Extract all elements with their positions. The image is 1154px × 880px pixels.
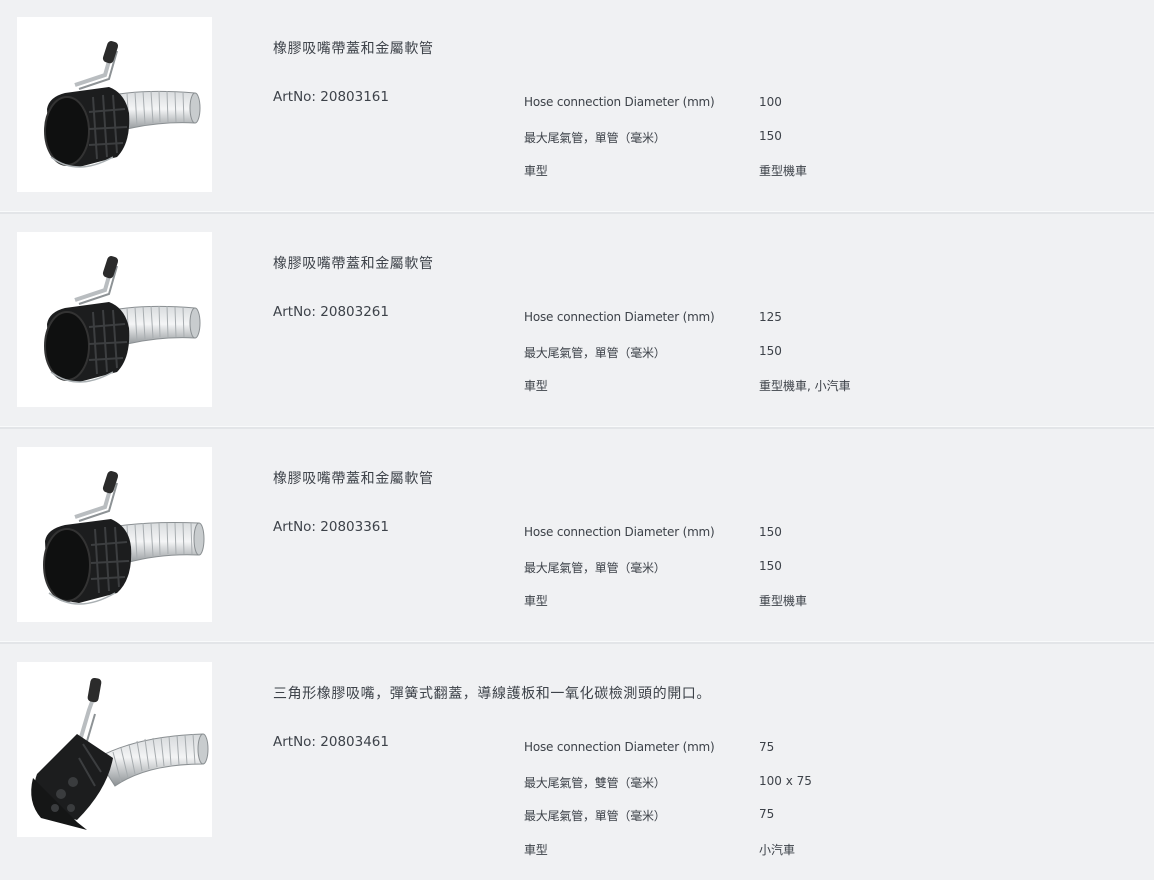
spec-label: 車型 — [524, 164, 548, 178]
product-image[interactable] — [17, 447, 212, 622]
rubber-nozzle-with-lid-and-metal-hose-icon — [43, 471, 205, 605]
product-artno: ArtNo: 20803161 — [273, 89, 389, 105]
product-image[interactable] — [17, 662, 212, 837]
spec-row: Hose connection Diameter (mm) 125 — [524, 310, 924, 344]
product-row: 橡膠吸嘴帶蓋和金屬軟管 ArtNo: 20803361 Hose connect… — [0, 430, 1154, 644]
spec-value: 150 — [759, 343, 782, 358]
spec-value: 150 — [759, 558, 782, 573]
spec-label: 最大尾氣管，雙管（毫米） — [524, 775, 666, 790]
spec-label: Hose connection Diameter (mm) — [524, 310, 715, 324]
spec-row: Hose connection Diameter (mm) 150 — [524, 525, 924, 559]
spec-label: 最大尾氣管，單管（毫米） — [524, 345, 666, 360]
spec-row: Hose connection Diameter (mm) 100 — [524, 95, 924, 129]
product-title[interactable]: 三角形橡膠吸嘴，彈簧式翻蓋，導線護板和一氧化碳檢測頭的開口。 — [273, 683, 711, 703]
spec-row: Hose connection Diameter (mm) 75 — [524, 740, 924, 774]
spec-list: Hose connection Diameter (mm) 75 最大尾氣管，雙… — [524, 740, 924, 874]
spec-row: 車型 小汽車 — [524, 841, 924, 875]
spec-row: 最大尾氣管，雙管（毫米） 100 x 75 — [524, 774, 924, 808]
spec-label: 車型 — [524, 842, 548, 857]
spec-list: Hose connection Diameter (mm) 150 最大尾氣管，… — [524, 525, 924, 626]
spec-value: 重型機車 — [759, 594, 808, 608]
product-image[interactable] — [17, 232, 212, 407]
spec-label: 最大尾氣管，單管（毫米） — [524, 130, 666, 145]
row-divider — [0, 641, 1154, 644]
spec-row: 車型 重型機車, 小汽車 — [524, 377, 924, 411]
spec-row: 車型 重型機車 — [524, 592, 924, 626]
product-title[interactable]: 橡膠吸嘴帶蓋和金屬軟管 — [273, 38, 434, 58]
spec-row: 車型 重型機車 — [524, 162, 924, 196]
spec-row: 最大尾氣管，單管（毫米） 150 — [524, 344, 924, 378]
spec-row: 最大尾氣管，單管（毫米） 150 — [524, 129, 924, 163]
spec-label: Hose connection Diameter (mm) — [524, 525, 715, 539]
product-artno: ArtNo: 20803361 — [273, 519, 389, 535]
product-image[interactable] — [17, 17, 212, 192]
product-title[interactable]: 橡膠吸嘴帶蓋和金屬軟管 — [273, 468, 434, 488]
rubber-nozzle-with-lid-and-metal-hose-icon — [44, 256, 201, 383]
spec-label: 最大尾氣管，單管（毫米） — [524, 560, 666, 575]
spec-list: Hose connection Diameter (mm) 125 最大尾氣管，… — [524, 310, 924, 411]
spec-value: 小汽車 — [759, 842, 796, 857]
spec-label: Hose connection Diameter (mm) — [524, 95, 715, 109]
spec-value: 150 — [759, 525, 782, 539]
spec-value: 75 — [759, 740, 775, 754]
spec-value: 75 — [759, 807, 775, 821]
product-title[interactable]: 橡膠吸嘴帶蓋和金屬軟管 — [273, 253, 434, 273]
product-row: 橡膠吸嘴帶蓋和金屬軟管 ArtNo: 20803161 Hose connect… — [0, 0, 1154, 214]
spec-row: 最大尾氣管，單管（毫米） 150 — [524, 559, 924, 593]
spec-value: 重型機車 — [759, 164, 808, 178]
spec-label: 最大尾氣管，單管（毫米） — [524, 809, 666, 823]
product-row: 橡膠吸嘴帶蓋和金屬軟管 ArtNo: 20803261 Hose connect… — [0, 215, 1154, 429]
spec-value: 100 x 75 — [759, 773, 812, 788]
spec-value: 100 — [759, 95, 782, 109]
triangular-rubber-nozzle-with-metal-hose-icon — [31, 677, 209, 830]
spec-label: 車型 — [524, 594, 548, 608]
spec-label: Hose connection Diameter (mm) — [524, 740, 715, 754]
spec-row: 最大尾氣管，單管（毫米） 75 — [524, 807, 924, 841]
product-artno: ArtNo: 20803461 — [273, 734, 389, 750]
spec-label: 車型 — [524, 379, 548, 393]
rubber-nozzle-with-lid-and-metal-hose-icon — [44, 41, 201, 168]
row-divider — [0, 211, 1154, 214]
spec-value: 重型機車, 小汽車 — [759, 379, 851, 393]
product-row: 三角形橡膠吸嘴，彈簧式翻蓋，導線護板和一氧化碳檢測頭的開口。 ArtNo: 20… — [0, 645, 1154, 880]
spec-value: 125 — [759, 310, 782, 324]
spec-value: 150 — [759, 128, 782, 143]
product-artno: ArtNo: 20803261 — [273, 304, 389, 320]
row-divider — [0, 426, 1154, 429]
spec-list: Hose connection Diameter (mm) 100 最大尾氣管，… — [524, 95, 924, 196]
